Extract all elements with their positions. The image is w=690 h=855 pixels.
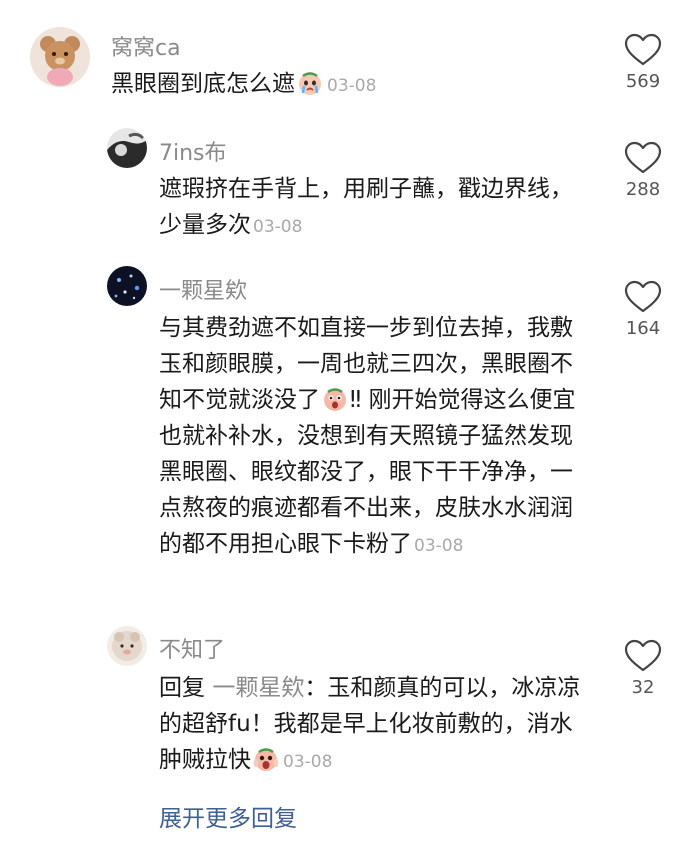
heart-icon bbox=[624, 280, 662, 313]
expand-more-replies-link[interactable]: 展开更多回复 bbox=[159, 799, 297, 833]
heart-icon bbox=[624, 141, 662, 174]
like-button[interactable]: 164 bbox=[613, 280, 673, 339]
like-button[interactable]: 569 bbox=[613, 33, 673, 92]
like-button[interactable]: 32 bbox=[613, 639, 673, 698]
reply-to-user[interactable]: 一颗星欸 bbox=[212, 675, 304, 701]
username[interactable]: 窝窝ca bbox=[111, 30, 181, 62]
screaming-face-emoji-icon bbox=[253, 746, 279, 772]
heart-icon bbox=[624, 33, 662, 66]
avatar[interactable] bbox=[30, 27, 90, 87]
heart-icon bbox=[624, 639, 662, 672]
reply-prefix: 回复 bbox=[159, 675, 213, 701]
comment-date: 03-08 bbox=[414, 536, 464, 556]
username[interactable]: 一颗星欸 bbox=[159, 273, 247, 305]
comment-date: 03-08 bbox=[283, 752, 333, 772]
like-count: 32 bbox=[631, 677, 655, 698]
shocked-face-emoji-icon bbox=[322, 386, 348, 412]
crying-face-emoji-icon bbox=[297, 70, 323, 96]
comment-text: 回复 一颗星欸：玉和颜真的可以，冰凉凉的超舒fu！我都是早上化妆前敷的，消水肿贼… bbox=[159, 670, 591, 780]
comment-text-content: 遮瑕挤在手背上，用刷子蘸，戳边界线，少量多次 bbox=[159, 176, 573, 238]
username[interactable]: 不知了 bbox=[159, 632, 225, 664]
comment-text: 遮瑕挤在手背上，用刷子蘸，戳边界线，少量多次 03-08 bbox=[159, 171, 591, 245]
username[interactable]: 7ins布 bbox=[159, 135, 227, 167]
comment-date: 03-08 bbox=[253, 217, 303, 237]
comment-text-content: 黑眼圈到底怎么遮 bbox=[111, 71, 295, 97]
comment-text: 黑眼圈到底怎么遮 03-08 bbox=[111, 66, 591, 104]
comment-date: 03-08 bbox=[327, 76, 377, 96]
like-count: 164 bbox=[625, 318, 661, 339]
avatar[interactable] bbox=[107, 266, 147, 306]
like-button[interactable]: 288 bbox=[613, 141, 673, 200]
comment-text: 与其费劲遮不如直接一步到位去掉，我敷玉和颜眼膜，一周也就三四次，黑眼圈不知不觉就… bbox=[159, 310, 591, 564]
like-count: 288 bbox=[625, 179, 661, 200]
avatar[interactable] bbox=[107, 626, 147, 666]
like-count: 569 bbox=[625, 71, 661, 92]
avatar[interactable] bbox=[107, 128, 147, 168]
